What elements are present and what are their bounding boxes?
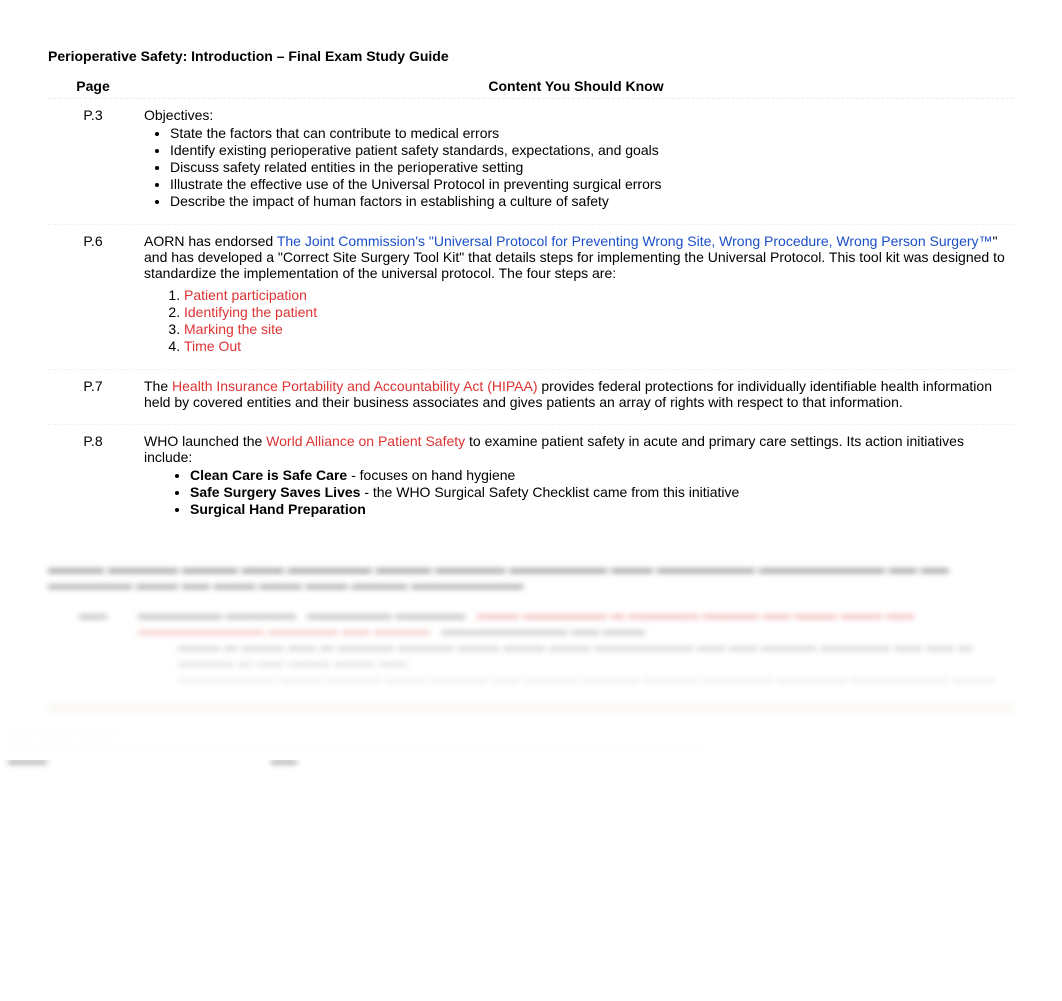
- list-item: Safe Surgery Saves Lives - the WHO Surgi…: [190, 484, 1008, 500]
- table-row: P.7 The Health Insurance Portability and…: [48, 370, 1014, 425]
- page-title: Perioperative Safety: Introduction – Fin…: [48, 48, 1014, 64]
- universal-protocol-link[interactable]: The Joint Commission's "Universal Protoc…: [277, 233, 993, 249]
- step-text: Time Out: [184, 338, 241, 354]
- step-text: Marking the site: [184, 321, 283, 337]
- study-guide-table: Page Content You Should Know P.3 Objecti…: [48, 74, 1014, 532]
- col-header-content: Content You Should Know: [138, 74, 1014, 99]
- document-page: Perioperative Safety: Introduction – Fin…: [0, 0, 1062, 532]
- four-steps-list: Patient participation Identifying the pa…: [164, 287, 1008, 354]
- page-cell: P.3: [48, 99, 138, 225]
- step-text: Identifying the patient: [184, 304, 317, 320]
- hipaa-term: Health Insurance Portability and Account…: [172, 378, 537, 394]
- page-cell: P.6: [48, 225, 138, 370]
- objectives-list: State the factors that can contribute to…: [152, 125, 1008, 209]
- page-cell: P.8: [48, 425, 138, 533]
- content-cell: The Health Insurance Portability and Acc…: [138, 370, 1014, 425]
- initiatives-list: Clean Care is Safe Care - focuses on han…: [172, 467, 1008, 517]
- table-row: P.3 Objectives: State the factors that c…: [48, 99, 1014, 225]
- list-item: Time Out: [184, 338, 1008, 354]
- table-row: P.8 WHO launched the World Alliance on P…: [48, 425, 1014, 533]
- preview-fade-region: ▬▬▬▬ ▬▬▬▬▬ ▬▬▬▬ ▬▬▬ ▬▬▬▬▬▬ ▬▬▬▬ ▬▬▬▬▬ ▬▬…: [0, 560, 1062, 760]
- list-item: Clean Care is Safe Care - focuses on han…: [190, 467, 1008, 483]
- world-alliance-term: World Alliance on Patient Safety: [266, 433, 465, 449]
- content-cell: AORN has endorsed The Joint Commission's…: [138, 225, 1014, 370]
- content-cell: Objectives: State the factors that can c…: [138, 99, 1014, 225]
- text: AORN has endorsed: [144, 233, 277, 249]
- text: The: [144, 378, 172, 394]
- initiative-desc: - focuses on hand hygiene: [347, 467, 515, 483]
- page-cell: P.7: [48, 370, 138, 425]
- fade-overlay: [0, 560, 1062, 760]
- list-item: Identify existing perioperative patient …: [170, 142, 1008, 158]
- list-item: State the factors that can contribute to…: [170, 125, 1008, 141]
- list-item: Describe the impact of human factors in …: [170, 193, 1008, 209]
- objectives-lead: Objectives:: [144, 107, 213, 123]
- list-item: Patient participation: [184, 287, 1008, 303]
- content-cell: WHO launched the World Alliance on Patie…: [138, 425, 1014, 533]
- col-header-page: Page: [48, 74, 138, 99]
- list-item: Marking the site: [184, 321, 1008, 337]
- list-item: Surgical Hand Preparation: [190, 501, 1008, 517]
- step-text: Patient participation: [184, 287, 307, 303]
- initiative-name: Surgical Hand Preparation: [190, 501, 366, 517]
- list-item: Discuss safety related entities in the p…: [170, 159, 1008, 175]
- initiative-name: Safe Surgery Saves Lives: [190, 484, 360, 500]
- initiative-desc: - the WHO Surgical Safety Checklist came…: [360, 484, 739, 500]
- initiative-name: Clean Care is Safe Care: [190, 467, 347, 483]
- table-row: P.6 AORN has endorsed The Joint Commissi…: [48, 225, 1014, 370]
- table-header-row: Page Content You Should Know: [48, 74, 1014, 99]
- list-item: Identifying the patient: [184, 304, 1008, 320]
- text: WHO launched the: [144, 433, 266, 449]
- list-item: Illustrate the effective use of the Univ…: [170, 176, 1008, 192]
